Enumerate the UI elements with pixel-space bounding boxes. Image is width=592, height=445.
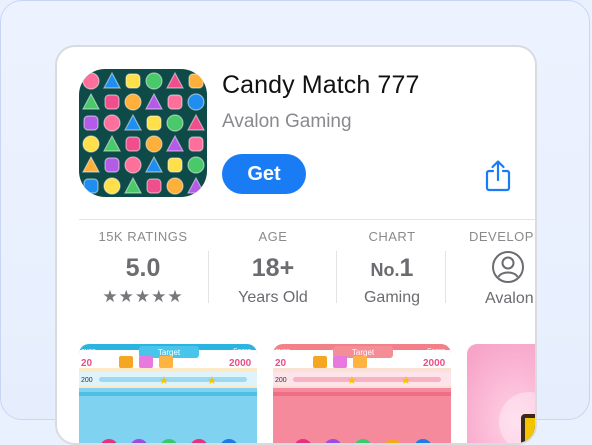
stat-chart[interactable]: CHART No.1 Gaming <box>340 229 444 339</box>
share-icon <box>485 160 511 192</box>
get-button[interactable]: Get <box>222 154 306 194</box>
candy-piece <box>103 114 121 132</box>
developer-label: DEVELOPE <box>469 229 537 244</box>
age-label: AGE <box>258 229 288 244</box>
screenshot-score-value: 2000 <box>423 358 446 369</box>
candy-piece <box>146 178 162 194</box>
candy-piece <box>187 156 205 174</box>
ratings-label: 15K RATINGS <box>98 229 188 244</box>
stat-ratings[interactable]: 15K RATINGS 5.0 ★★★★★ <box>79 229 207 339</box>
stat-age[interactable]: AGE 18+ Years Old <box>217 229 329 339</box>
screenshot-score-value: 2000 <box>229 358 252 369</box>
candy-piece <box>104 157 120 173</box>
candy-piece <box>124 156 142 174</box>
person-icon <box>457 250 535 284</box>
stat-separator <box>336 251 337 303</box>
star-icon: ★ <box>401 375 411 387</box>
candy-piece <box>83 178 99 194</box>
screenshot-bar-value: 200 <box>81 377 93 384</box>
share-button[interactable] <box>483 159 513 193</box>
candy-piece <box>166 114 184 132</box>
stat-separator <box>445 251 446 303</box>
candy-piece <box>167 157 183 173</box>
stat-separator <box>208 251 209 303</box>
app-store-card: Candy Match 777 Avalon Gaming Get 15K RA… <box>55 45 537 445</box>
screenshot-target-label: Target <box>352 348 375 357</box>
candy-piece <box>125 73 141 89</box>
candy-piece <box>103 177 121 195</box>
candy-piece <box>145 72 163 90</box>
star-icon: ★ <box>159 375 169 387</box>
stat-developer[interactable]: DEVELOPE Avalon <box>457 229 537 339</box>
age-value: 18+ <box>251 254 295 282</box>
header-divider <box>79 219 535 220</box>
star-icon: ★ <box>207 375 217 387</box>
screenshot-score-label: Score <box>427 348 445 355</box>
candy-grid-icon <box>79 69 207 197</box>
screenshot-target-label: Target <box>158 348 181 357</box>
chart-value: No.1 <box>340 254 444 283</box>
screenshot-2[interactable]: Target oves Score 20 2000 200 ★ ★ <box>273 344 451 443</box>
candy-piece <box>82 135 100 153</box>
candy-piece <box>167 94 183 110</box>
screenshot-moves-value: 20 <box>81 358 93 369</box>
candy-piece <box>166 177 184 195</box>
candy-piece <box>188 136 204 152</box>
screenshot-score-label: Score <box>233 348 251 355</box>
screenshot-3[interactable] <box>467 344 535 443</box>
chart-label: CHART <box>368 229 416 244</box>
app-developer-link[interactable]: Avalon Gaming <box>222 111 352 133</box>
candy-piece <box>83 115 99 131</box>
chart-rank: 1 <box>399 254 414 282</box>
star-icon: ★ <box>347 375 357 387</box>
screenshot-bar-value: 200 <box>275 377 287 384</box>
app-icon[interactable] <box>79 69 207 197</box>
star-icon: ★★★★★ <box>102 287 184 306</box>
developer-name: Avalon <box>485 290 534 307</box>
chart-sub: Gaming <box>363 289 421 306</box>
candy-piece <box>145 135 163 153</box>
app-title: Candy Match 777 <box>222 71 420 99</box>
screenshot-1[interactable]: Target oves Score 20 2000 200 ★ ★ <box>79 344 257 443</box>
screenshot-moves-label: oves <box>81 348 96 355</box>
ratings-value: 5.0 <box>125 254 161 282</box>
age-sub: Years Old <box>238 289 308 306</box>
candy-piece <box>125 136 141 152</box>
chart-prefix: No. <box>370 260 400 280</box>
screenshot-moves-value: 20 <box>275 358 287 369</box>
candy-piece <box>104 94 120 110</box>
candy-piece <box>188 73 204 89</box>
candy-piece <box>146 115 162 131</box>
candy-piece <box>82 72 100 90</box>
screenshot-moves-label: oves <box>275 348 290 355</box>
candy-piece <box>124 93 142 111</box>
candy-piece <box>187 93 205 111</box>
